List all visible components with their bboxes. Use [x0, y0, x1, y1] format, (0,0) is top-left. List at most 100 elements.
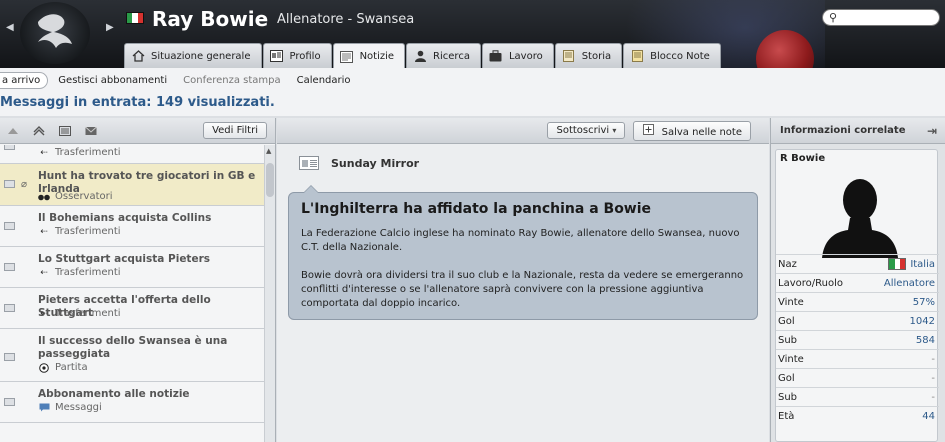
- show-filters-button[interactable]: Vedi Filtri: [203, 122, 267, 139]
- list-item[interactable]: Abbonamento alle notizie Messaggi: [0, 382, 264, 423]
- message-headline: Lo Stuttgart acquista Pieters: [38, 253, 211, 265]
- back-arrow-icon[interactable]: ◀: [6, 22, 14, 33]
- tab-notizie[interactable]: Notizie: [332, 43, 406, 68]
- transfer-arrows-icon: ⇠: [40, 226, 48, 237]
- scrollbar-thumb[interactable]: [266, 163, 274, 197]
- message-category: Partita: [38, 362, 88, 373]
- tab-label: Lavoro: [508, 50, 543, 62]
- italy-flag-icon: [126, 12, 144, 24]
- message-icon: [38, 403, 50, 412]
- history-icon: [562, 50, 576, 62]
- envelope-icon: [4, 353, 15, 361]
- move-up-icon[interactable]: [6, 125, 20, 137]
- list-item[interactable]: ⇠ Trasferimenti: [0, 145, 264, 164]
- conceded-2-value: -: [931, 391, 935, 403]
- tab-ricerca[interactable]: Ricerca: [406, 43, 481, 68]
- list-item[interactable]: Lo Stuttgart acquista Pieters ⇠ Trasferi…: [0, 247, 264, 288]
- tab-label: Profilo: [289, 50, 321, 62]
- list-item[interactable]: Pieters accetta l'offerta dello Stuttgar…: [0, 288, 264, 329]
- person-silhouette-icon: [820, 168, 900, 258]
- subnav-press-conference[interactable]: Conferenza stampa: [175, 75, 289, 86]
- message-category: ⇠ Trasferimenti: [38, 308, 120, 319]
- message-category: Osservatori: [38, 191, 113, 202]
- subscribe-dropdown-button[interactable]: Sottoscrivi ▾: [547, 122, 626, 139]
- envelope-icon: [4, 263, 15, 271]
- news-icon: [340, 50, 354, 63]
- person-name[interactable]: R Bowie: [780, 153, 825, 164]
- message-list: ⇠ Trasferimenti ⌀ Hunt ha trovato tre gi…: [0, 145, 264, 442]
- scroll-up-arrow-icon[interactable]: ▲: [266, 147, 271, 155]
- subnav-calendar[interactable]: Calendario: [289, 75, 359, 86]
- title-bar: ◀ ▶ Ray Bowie Allenatore - Swansea ⚲ Sit…: [0, 0, 945, 68]
- list-item[interactable]: Il successo dello Swansea è una passeggi…: [0, 329, 264, 382]
- move-top-icon[interactable]: [32, 125, 46, 137]
- subnav-inbox[interactable]: a arrivo: [0, 71, 49, 89]
- tab-lavoro[interactable]: Lavoro: [481, 43, 554, 68]
- profile-tabs: Situazione generale Profilo Notizie Rice…: [124, 43, 722, 68]
- manager-name: Ray Bowie: [152, 7, 269, 31]
- article-paragraph: La Federazione Calcio inglese ha nominat…: [301, 228, 740, 253]
- role-value[interactable]: Allenatore: [884, 278, 935, 289]
- message-list-panel: Vedi Filtri ⇠ Trasferimenti ⌀ Hunt ha tr…: [0, 118, 276, 442]
- notepad-icon: [630, 50, 644, 62]
- stat-row-nationality: Naz Italia: [776, 254, 939, 273]
- briefcase-icon: [489, 50, 503, 62]
- message-headline: Il successo dello Swansea è una passeggi…: [38, 335, 228, 360]
- tab-situazione-generale[interactable]: Situazione generale: [124, 43, 262, 68]
- nationality-value[interactable]: Italia: [888, 258, 935, 270]
- message-headline: Abbonamento alle notizie: [38, 388, 190, 400]
- list-item[interactable]: Il Bohemians acquista Collins ⇠ Trasferi…: [0, 206, 264, 247]
- list-view-icon[interactable]: [58, 125, 72, 137]
- tab-storia[interactable]: Storia: [554, 43, 623, 68]
- message-detail-panel: Sottoscrivi ▾ Salva nelle note Sunday Mi…: [277, 118, 769, 442]
- stat-row-wins-2: Vinte -: [776, 349, 939, 368]
- attachment-icon: ⌀: [21, 179, 28, 190]
- envelope-icon: [4, 222, 15, 230]
- message-detail-toolbar: Sottoscrivi ▾ Salva nelle note: [277, 118, 769, 144]
- article-headline: L'Inghilterra ha affidato la panchina a …: [301, 201, 652, 217]
- envelope-icon: [4, 304, 15, 312]
- subnav-subscriptions[interactable]: Gestisci abbonamenti: [50, 75, 175, 86]
- stat-row-role: Lavoro/Ruolo Allenatore: [776, 273, 939, 292]
- inbox-count-title: Messaggi in entrata: 149 visualizzati.: [0, 92, 945, 116]
- message-list-scrollbar[interactable]: ▲: [264, 145, 275, 442]
- transfer-arrows-icon: ⇠: [40, 308, 48, 319]
- manager-role: Allenatore - Swansea: [277, 12, 415, 27]
- message-category: Messaggi: [38, 402, 102, 413]
- wins-value: 57%: [912, 296, 935, 308]
- club-logo-swan-icon: [20, 2, 90, 64]
- tab-blocco-note[interactable]: Blocco Note: [623, 43, 721, 68]
- mail-icon[interactable]: [84, 125, 98, 137]
- stat-row-goals: Gol 1042: [776, 311, 939, 330]
- news-source: Sunday Mirror: [299, 156, 419, 170]
- tab-label: Notizie: [359, 51, 395, 62]
- goals-2-value: -: [931, 372, 935, 384]
- wins-2-value: -: [931, 353, 935, 365]
- message-list-toolbar: Vedi Filtri: [0, 118, 275, 144]
- transfer-arrows-icon: ⇠: [40, 147, 48, 158]
- tab-label: Storia: [581, 50, 612, 62]
- news-subnav: a arrivo Gestisci abbonamenti Conferenza…: [0, 68, 945, 92]
- stat-row-age: Età 44: [776, 406, 939, 425]
- goals-value: 1042: [909, 315, 935, 327]
- tab-label: Ricerca: [433, 50, 470, 62]
- open-profile-icon[interactable]: ⇥: [927, 124, 937, 138]
- list-item[interactable]: ⌀ Hunt ha trovato tre giocatori in GB e …: [0, 164, 264, 206]
- save-to-notes-button[interactable]: Salva nelle note: [633, 120, 751, 141]
- envelope-icon: [4, 180, 15, 188]
- source-name: Sunday Mirror: [331, 156, 420, 170]
- forward-arrow-icon[interactable]: ▶: [106, 22, 114, 33]
- tab-label: Blocco Note: [650, 50, 710, 62]
- conceded-value: 584: [915, 334, 935, 346]
- message-category: ⇠ Trasferimenti: [38, 147, 120, 158]
- stat-row-conceded-2: Sub -: [776, 387, 939, 406]
- stat-row-conceded: Sub 584: [776, 330, 939, 349]
- news-article: L'Inghilterra ha affidato la panchina a …: [288, 185, 758, 320]
- message-category: ⇠ Trasferimenti: [38, 226, 120, 237]
- person-search-icon: [413, 50, 427, 62]
- related-info-header: Informazioni correlate ⇥: [771, 118, 945, 144]
- tab-label: Situazione generale: [151, 50, 251, 62]
- age-value: 44: [922, 410, 935, 422]
- tab-profilo[interactable]: Profilo: [262, 43, 332, 68]
- search-input[interactable]: ⚲: [822, 9, 940, 26]
